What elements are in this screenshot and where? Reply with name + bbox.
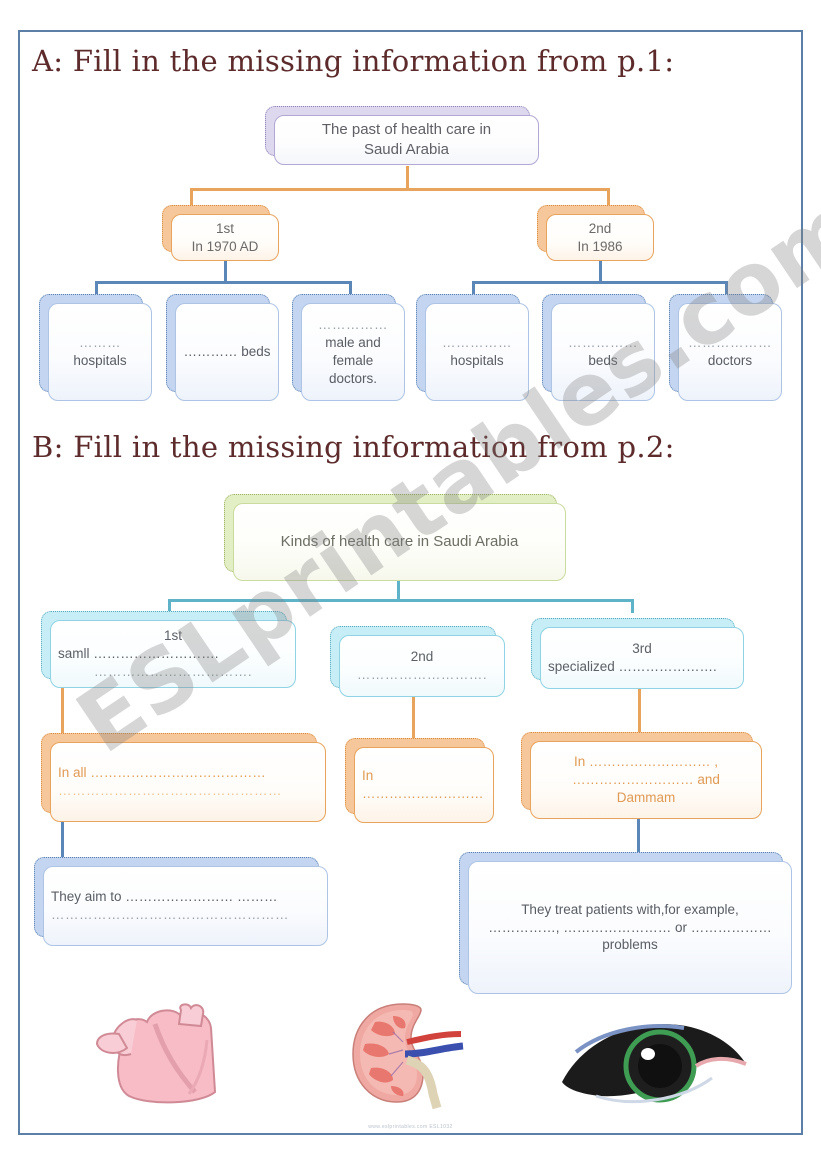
kind-label: 3rd (632, 641, 652, 657)
blank-line: In ……………………… (362, 768, 484, 801)
connector (406, 166, 409, 188)
node-card: In ……………………… , ……………………… and Dammam (530, 741, 762, 819)
node-card: ………… beds (175, 303, 279, 401)
node-a2-hospitals: …………… hospitals (416, 294, 529, 401)
branch-label: 1st (215, 220, 234, 236)
node-card: 1st In 1970 AD (171, 214, 279, 261)
node-location-1: In all ………………………………… ………………………………………… (41, 733, 326, 822)
connector (190, 188, 610, 191)
node-kind-3rd: 3rd specialized …………………. (531, 618, 744, 689)
outcome-text: problems (602, 937, 658, 953)
node-label: female (332, 353, 374, 368)
blank-line: In all ………………………………… (58, 765, 266, 781)
blank-line: …………… (442, 335, 512, 351)
node-label: doctors (707, 353, 753, 368)
branch-year: In 1970 AD (191, 238, 259, 254)
connector (397, 581, 400, 600)
node-line-1: The past of health care in (321, 121, 492, 139)
node-outcome-aim: They aim to …………………… ……… ………………………………………… (34, 857, 328, 946)
node-outcome-treat: They treat patients with,for example, ……… (459, 852, 792, 994)
connector (95, 281, 98, 295)
location-label: Dammam (616, 789, 676, 805)
connector (224, 261, 227, 282)
connector (638, 688, 641, 733)
kind-label: 2nd (410, 649, 434, 665)
blank-line: ……………………………. (93, 663, 253, 679)
connector (472, 281, 728, 284)
blank-line: samll ………………………. (58, 646, 219, 662)
node-card: In ……………………… (354, 747, 494, 823)
node-kind-2nd: 2nd ………………………. (330, 626, 505, 697)
blank-line: ……………………… and (572, 772, 720, 788)
node-label: beds (588, 353, 618, 368)
connector (599, 261, 602, 282)
blank-line: In ……………………… , (573, 754, 718, 770)
kind-label: 1st (163, 628, 182, 644)
node-location-3: In ……………………… , ……………………… and Dammam (521, 732, 762, 819)
kidney-illustration (345, 998, 480, 1115)
node-card: They aim to …………………… ……… ………………………………………… (43, 866, 328, 946)
eye-illustration (556, 1012, 752, 1115)
node-card: 2nd In 1986 (546, 214, 654, 261)
node-past-of-health-care: The past of health care in Saudi Arabia (265, 106, 539, 165)
connector (725, 281, 728, 295)
branch-year: In 1986 (577, 238, 623, 254)
node-card: …………… male and female doctors. (301, 303, 405, 401)
node-label: doctors. (328, 370, 378, 386)
node-card: The past of health care in Saudi Arabia (274, 115, 539, 165)
node-label: hospitals (73, 353, 127, 368)
node-card: Kinds of health care in Saudi Arabia (233, 503, 566, 581)
node-a2-doctors: ……………… doctors (669, 294, 782, 401)
node-label: Kinds of health care in Saudi Arabia (280, 533, 519, 551)
connector (61, 687, 64, 734)
section-b-heading: B: Fill in the missing information from … (32, 430, 675, 464)
blank-line: ……………… (688, 335, 772, 351)
blank-line: specialized …………………. (548, 659, 717, 674)
connector (168, 599, 634, 602)
node-branch-1st: 1st In 1970 AD (162, 205, 279, 261)
node-branch-2nd: 2nd In 1986 (537, 205, 654, 261)
node-a2-beds: …………… beds (542, 294, 655, 401)
node-card: They treat patients with,for example, ……… (468, 861, 792, 994)
node-label: male and (325, 335, 381, 351)
node-a1-beds: ………… beds (166, 294, 279, 401)
heart-illustration (85, 1000, 245, 1115)
connector (412, 694, 415, 739)
connector (631, 599, 634, 613)
section-a-heading: A: Fill in the missing information from … (32, 44, 675, 78)
node-card: …………… hospitals (425, 303, 529, 401)
blank-line: ………………………. (356, 667, 488, 682)
node-label: ………… beds (183, 344, 271, 360)
connector (472, 281, 475, 295)
blank-line: ……………, …………………… or ……………… (488, 919, 772, 935)
node-card: In all ………………………………… ………………………………………… (50, 742, 326, 822)
blank-line: ………………………………………… (58, 783, 282, 798)
node-location-2: In ……………………… (345, 738, 494, 823)
node-kinds-of-health-care: Kinds of health care in Saudi Arabia (224, 494, 566, 581)
node-card: 2nd ………………………. (339, 635, 505, 697)
node-a1-hospitals: ……… hospitals (39, 294, 152, 401)
blank-line: …………… (318, 317, 388, 333)
footer-text: www.eslprintables.com ESL1032 (368, 1124, 453, 1130)
node-card: 3rd specialized …………………. (540, 627, 744, 689)
blank-line: They aim to …………………… ……… (51, 889, 278, 905)
outcome-text: They treat patients with,for example, (521, 901, 739, 917)
connector (349, 281, 352, 295)
blank-line: …………………………………………… (51, 907, 289, 922)
blank-line: …………… (568, 335, 638, 351)
node-line-2: Saudi Arabia (363, 141, 450, 158)
blank-line: ……… (79, 335, 121, 351)
node-card: 1st samll ………………………. ……………………………. (50, 620, 296, 688)
node-a1-doctors: …………… male and female doctors. (292, 294, 405, 401)
node-card: ……………… doctors (678, 303, 782, 401)
node-card: …………… beds (551, 303, 655, 401)
connector (95, 281, 352, 284)
node-card: ……… hospitals (48, 303, 152, 401)
branch-label: 2nd (588, 220, 612, 236)
node-label: hospitals (450, 353, 504, 368)
node-kind-1st: 1st samll ………………………. ……………………………. (41, 611, 296, 688)
